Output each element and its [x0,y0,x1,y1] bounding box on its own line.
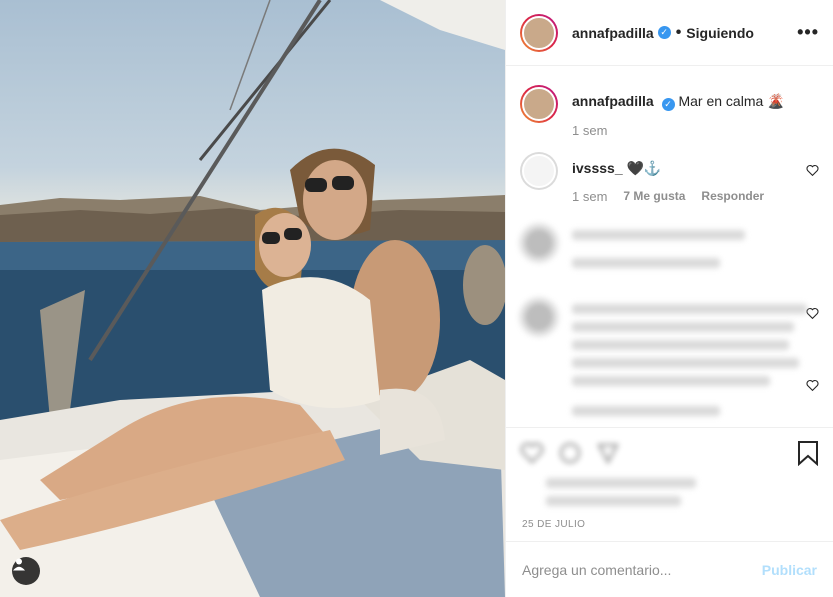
commenter-avatar[interactable] [520,152,558,190]
caption-avatar[interactable] [520,85,558,123]
comment-input[interactable] [522,561,762,578]
comment-text: 🖤⚓️ [626,160,662,176]
separator-dot: • [675,23,682,41]
caption-text: Mar en calma [678,93,764,109]
comment-likes[interactable]: 7 Me gusta [623,189,685,204]
more-options-icon[interactable]: ••• [797,22,819,43]
add-comment-bar: Publicar [506,541,833,597]
caption: annafpadilla ✓ Mar en calma 🌋 1 sem [520,85,819,138]
caption-username[interactable]: annafpadilla [572,93,654,109]
post-photo[interactable] [0,0,505,597]
like-heart-icon[interactable] [520,441,544,465]
following-button[interactable]: Siguiendo [686,25,754,41]
post-actions [506,427,833,524]
reply-button[interactable]: Responder [701,189,764,204]
commenter-username[interactable]: ivssss_ [572,160,623,176]
share-icon[interactable] [596,441,620,465]
blurred-comment [520,224,819,276]
post-date[interactable]: 25 DE JULIO [522,519,585,530]
tagged-users-button[interactable] [12,557,40,585]
heart-icon[interactable] [806,379,819,392]
caption-age[interactable]: 1 sem [572,123,607,138]
caption-emoji: 🌋 [767,93,785,109]
likes-summary[interactable] [520,478,819,506]
comment-item: ivssss_ 🖤⚓️ 1 sem 7 Me gusta Responder [520,152,819,204]
comment-icon[interactable] [558,441,582,465]
photo-illustration [0,0,505,597]
comments-list[interactable]: annafpadilla ✓ Mar en calma 🌋 1 sem ivss… [506,67,833,427]
comment-age[interactable]: 1 sem [572,189,607,204]
verified-icon: ✓ [661,98,675,111]
author-avatar[interactable] [520,13,558,52]
blurred-avatar [520,224,558,262]
blurred-avatar [520,298,558,336]
verified-icon: ✓ [657,26,671,39]
bookmark-icon[interactable] [797,440,819,466]
blurred-comment [520,298,819,424]
user-tag-icon [13,558,25,571]
post-header: annafpadilla ✓ • Siguiendo ••• [506,0,833,66]
publish-button[interactable]: Publicar [762,562,817,578]
author-username[interactable]: annafpadilla [572,25,654,41]
post-details-panel: annafpadilla ✓ • Siguiendo ••• annafpadi… [505,0,833,597]
heart-icon[interactable] [806,164,819,177]
